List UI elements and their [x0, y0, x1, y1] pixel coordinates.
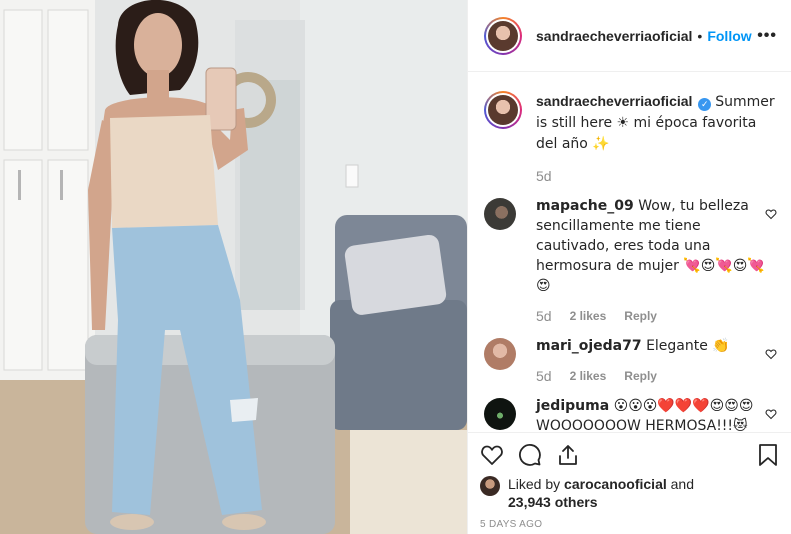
comment-avatar[interactable]: [484, 398, 516, 430]
like-comment-heart-icon[interactable]: [765, 348, 777, 360]
comment-item: jedipuma 😮😮😮❤️❤️❤️😍😍😍WOOOOOOOW HERMOSA!!…: [484, 396, 777, 432]
caption: sandraecheverriaoficial ✓ Summer is stil…: [484, 73, 775, 154]
liked-by-avatar[interactable]: [480, 476, 500, 496]
author-avatar[interactable]: [484, 16, 522, 55]
like-heart-icon[interactable]: [480, 443, 504, 467]
post-side-panel: sandraecheverriaoficial • Follow ••• san…: [467, 0, 791, 534]
comments-list[interactable]: sandraecheverriaoficial ✓ Summer is stil…: [468, 73, 791, 432]
comment-meta: 5d 2 likes Reply: [536, 308, 766, 324]
comment-avatar[interactable]: [484, 198, 516, 230]
liked-by: Liked by carocanooficial and 23,943 othe…: [480, 475, 779, 511]
comment-likes[interactable]: 2 likes: [570, 309, 607, 323]
like-comment-heart-icon[interactable]: [765, 208, 777, 220]
comment-text: Elegante 👏: [646, 338, 730, 354]
share-icon[interactable]: [556, 443, 580, 467]
likes-count[interactable]: 23,943 others: [508, 494, 598, 510]
liked-by-and: and: [670, 476, 694, 492]
comment-avatar[interactable]: [484, 338, 516, 370]
like-comment-heart-icon[interactable]: [765, 408, 777, 420]
comment-username[interactable]: mapache_09: [536, 198, 634, 214]
verified-badge-icon: ✓: [698, 98, 712, 111]
action-icons: [480, 443, 779, 467]
comment-time[interactable]: 5d: [536, 308, 552, 324]
reply-button[interactable]: Reply: [624, 369, 657, 383]
author-username[interactable]: sandraecheverriaoficial: [536, 28, 692, 44]
post-header: sandraecheverriaoficial • Follow •••: [468, 0, 791, 72]
save-bookmark-icon[interactable]: [757, 443, 779, 467]
caption-time[interactable]: 5d: [536, 168, 775, 184]
follow-button[interactable]: Follow: [707, 28, 751, 44]
more-options-icon[interactable]: •••: [757, 27, 777, 45]
comment-likes[interactable]: 2 likes: [570, 369, 607, 383]
caption-text: sandraecheverriaoficial ✓ Summer is stil…: [536, 91, 775, 154]
photo-illustration: [0, 0, 467, 534]
post-actions: Liked by carocanooficial and 23,943 othe…: [468, 432, 791, 534]
liked-by-prefix: Liked by: [508, 476, 561, 492]
comment-meta: 5d 2 likes Reply: [536, 368, 766, 384]
comment-item: mapache_09 Wow, tu belleza sencillamente…: [484, 196, 777, 324]
comment-item: mari_ojeda77 Elegante 👏 5d 2 likes Reply: [484, 336, 777, 384]
separator-dot: •: [697, 27, 703, 44]
liked-by-user[interactable]: carocanooficial: [564, 476, 667, 492]
comment-username[interactable]: jedipuma: [536, 398, 609, 414]
caption-username[interactable]: sandraecheverriaoficial: [536, 93, 692, 109]
caption-avatar[interactable]: [484, 91, 522, 129]
comment-username[interactable]: mari_ojeda77: [536, 338, 642, 354]
post-photo[interactable]: [0, 0, 467, 534]
posted-time[interactable]: 5 DAYS AGO: [480, 519, 779, 530]
comment-time[interactable]: 5d: [536, 368, 552, 384]
reply-button[interactable]: Reply: [624, 309, 657, 323]
comment-bubble-icon[interactable]: [518, 443, 542, 467]
